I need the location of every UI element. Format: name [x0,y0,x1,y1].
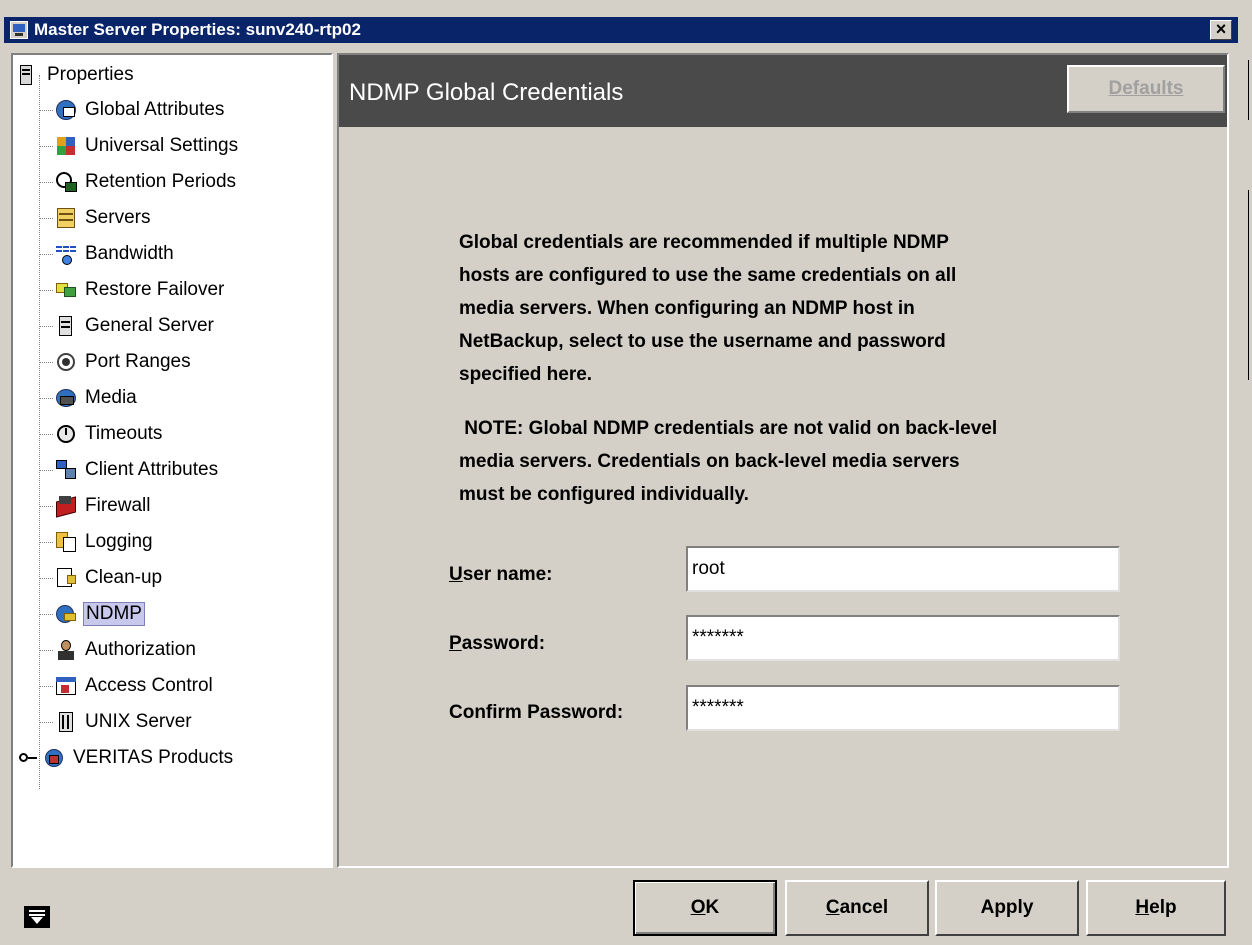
tree-item-label: Logging [85,531,153,552]
close-button[interactable]: × [1210,20,1232,40]
tree-item-servers[interactable]: Servers [55,204,152,232]
user-icon [55,639,77,661]
window-edge [1240,0,1252,945]
menu-toggle-icon[interactable] [24,906,50,928]
note-text: NOTE: Global NDMP credentials are not va… [459,412,1149,511]
tree-item-firewall[interactable]: Firewall [55,492,152,520]
title-bar[interactable]: Master Server Properties: sunv240-rtp02 … [4,17,1238,43]
tree-item-access-control[interactable]: Access Control [55,672,215,700]
waveform-icon [55,243,77,265]
tree-root-properties[interactable]: Properties [17,61,136,89]
confirm-password-field[interactable] [686,685,1120,731]
ok-button[interactable]: OK [633,880,777,936]
access-control-icon [55,675,77,697]
cleanup-icon [55,567,77,589]
description-text: Global credentials are recommended if mu… [459,226,1139,391]
tree-item-universal-settings[interactable]: Universal Settings [55,132,240,160]
tree-item-label: Clean-up [85,567,163,588]
tree-item-label: Firewall [85,495,151,516]
apply-button[interactable]: Apply [935,880,1079,936]
ndmp-icon [55,603,77,625]
timeout-icon [55,423,77,445]
tree-item-bandwidth[interactable]: Bandwidth [55,240,176,268]
app-icon [10,21,28,39]
tree-item-restore-failover[interactable]: Restore Failover [55,276,226,304]
media-icon [55,387,77,409]
cancel-button[interactable]: Cancel [785,880,929,936]
tree-item-port-ranges[interactable]: Port Ranges [55,348,193,376]
server-tower-icon [17,64,35,86]
tree-item-ndmp[interactable]: NDMP [55,600,145,628]
description-line: NetBackup, select to use the username an… [459,331,946,352]
tree-item-label: NDMP [83,602,145,626]
tree-item-label: Authorization [85,639,196,660]
tree-item-global-attributes[interactable]: Global Attributes [55,96,226,124]
client-icon [55,459,77,481]
tree-item-clean-up[interactable]: Clean-up [55,564,164,592]
tree-item-client-attributes[interactable]: Client Attributes [55,456,220,484]
description-line: Global credentials are recommended if mu… [459,232,949,253]
globe-icon [55,99,77,121]
tree-item-label: Access Control [85,675,213,696]
window-title: Master Server Properties: sunv240-rtp02 [34,20,361,39]
logging-icon [55,531,77,553]
panel-header: NDMP Global Credentials Defaults [339,55,1227,127]
password-field[interactable] [686,615,1120,661]
tree-item-retention-periods[interactable]: Retention Periods [55,168,238,196]
tree-item-general-server[interactable]: General Server [55,312,216,340]
note-line: media servers. Credentials on back-level… [459,451,960,472]
tree-item-label: VERITAS Products [73,747,234,768]
password-label: Password: [449,633,546,654]
tree-item-label: Bandwidth [85,243,174,264]
defaults-button[interactable]: Defaults [1067,65,1225,113]
username-label: User name: [449,564,553,585]
tree-item-label: Port Ranges [85,351,191,372]
tree-item-label: Client Attributes [85,459,219,480]
note-line: must be configured individually. [459,484,749,505]
tree-item-media[interactable]: Media [55,384,139,412]
failover-icon [55,279,77,301]
tree-item-label: Global Attributes [85,99,225,120]
clock-icon [55,171,77,193]
tree-item-veritas-products[interactable]: VERITAS Products [19,744,235,772]
help-button[interactable]: Help [1086,880,1226,936]
tree-item-label: Servers [85,207,151,228]
description-line: hosts are configured to use the same cre… [459,265,957,286]
button-bar: OK Cancel Apply Help [0,872,1240,945]
unix-server-icon [55,711,77,733]
username-field[interactable] [686,546,1120,592]
confirm-password-label: Confirm Password: [449,702,624,723]
server-tower-icon [55,315,77,337]
puzzle-icon [55,135,77,157]
description-line: media servers. When configuring an NDMP … [459,298,915,319]
tree-item-label: Media [85,387,137,408]
server-icon [55,207,77,229]
tree-item-label: Universal Settings [85,135,239,156]
tree-item-logging[interactable]: Logging [55,528,155,556]
content-panel: NDMP Global Credentials Defaults Global … [337,53,1229,868]
tree-item-timeouts[interactable]: Timeouts [55,420,164,448]
properties-window: Master Server Properties: sunv240-rtp02 … [0,0,1240,945]
properties-tree[interactable]: Properties Global Attributes Universal S… [11,53,333,868]
firewall-icon [55,495,77,518]
tree-item-label: UNIX Server [85,711,192,732]
description-line: specified here. [459,364,593,385]
products-icon [43,747,65,769]
tree-item-label: Retention Periods [85,171,237,192]
tree-root-label: Properties [47,64,134,85]
port-icon [55,351,77,373]
tree-item-authorization[interactable]: Authorization [55,636,198,664]
tree-item-unix-server[interactable]: UNIX Server [55,708,194,736]
expand-handle-icon[interactable] [19,747,39,769]
panel-title: NDMP Global Credentials [349,79,624,106]
note-line: NOTE: Global NDMP credentials are not va… [459,418,998,439]
tree-item-label: General Server [85,315,214,336]
tree-item-label: Timeouts [85,423,163,444]
tree-item-label: Restore Failover [85,279,225,300]
